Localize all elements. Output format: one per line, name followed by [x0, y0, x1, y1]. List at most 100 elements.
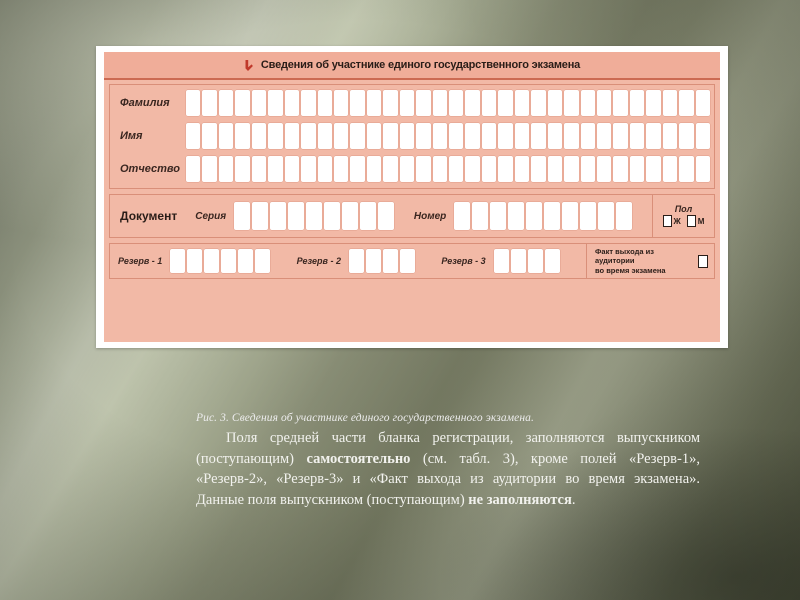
patronymic-cell[interactable]: [646, 156, 661, 182]
patronymic-cell[interactable]: [613, 156, 628, 182]
surname-cell[interactable]: [399, 90, 415, 116]
patronymic-cell[interactable]: [284, 156, 300, 182]
surname-cell[interactable]: [218, 90, 234, 116]
patronymic-cell[interactable]: [399, 156, 415, 182]
surname-cell[interactable]: [416, 90, 431, 116]
patronymic-cell[interactable]: [564, 156, 579, 182]
firstname-cell[interactable]: [449, 123, 464, 149]
reserve-1-cell[interactable]: [170, 249, 186, 273]
checkbox-exit-fact-icon[interactable]: [698, 254, 709, 268]
surname-cell[interactable]: [202, 90, 217, 116]
reserve-3-cell[interactable]: [544, 249, 560, 273]
surname-cell[interactable]: [284, 90, 300, 116]
number-cell[interactable]: [598, 202, 615, 230]
firstname-cell[interactable]: [333, 123, 349, 149]
patronymic-cell[interactable]: [679, 156, 694, 182]
surname-cell[interactable]: [629, 90, 645, 116]
firstname-cell[interactable]: [498, 123, 513, 149]
patronymic-cell[interactable]: [449, 156, 464, 182]
firstname-cell[interactable]: [284, 123, 300, 149]
series-cells[interactable]: [234, 202, 395, 230]
patronymic-cell[interactable]: [383, 156, 398, 182]
patronymic-cell[interactable]: [514, 156, 530, 182]
gender-option-male[interactable]: М: [686, 215, 704, 227]
surname-cell[interactable]: [596, 90, 612, 116]
surname-cell[interactable]: [268, 90, 283, 116]
surname-cell[interactable]: [646, 90, 661, 116]
firstname-cell[interactable]: [596, 123, 612, 149]
firstname-cell[interactable]: [186, 123, 201, 149]
firstname-cell[interactable]: [202, 123, 217, 149]
firstname-cell[interactable]: [629, 123, 645, 149]
reserve-1-cell[interactable]: [221, 249, 237, 273]
surname-cell[interactable]: [514, 90, 530, 116]
firstname-cell[interactable]: [350, 123, 365, 149]
reserve-2-cells[interactable]: [348, 249, 415, 273]
patronymic-cell[interactable]: [695, 156, 710, 182]
reserve-2-cell[interactable]: [365, 249, 381, 273]
patronymic-cells[interactable]: [186, 156, 714, 182]
surname-cell[interactable]: [333, 90, 349, 116]
reserve-2-cell[interactable]: [348, 249, 364, 273]
patronymic-cell[interactable]: [251, 156, 267, 182]
firstname-cell[interactable]: [218, 123, 234, 149]
surname-cell[interactable]: [662, 90, 678, 116]
reserve-1-cells[interactable]: [170, 249, 271, 273]
firstname-cell[interactable]: [514, 123, 530, 149]
surname-cell[interactable]: [564, 90, 579, 116]
patronymic-cell[interactable]: [629, 156, 645, 182]
firstname-cell[interactable]: [679, 123, 694, 149]
series-cell[interactable]: [288, 202, 305, 230]
series-cell[interactable]: [378, 202, 395, 230]
firstname-cell[interactable]: [383, 123, 398, 149]
number-cell[interactable]: [454, 202, 471, 230]
surname-cell[interactable]: [481, 90, 497, 116]
series-cell[interactable]: [342, 202, 359, 230]
patronymic-cell[interactable]: [481, 156, 497, 182]
surname-cell[interactable]: [186, 90, 201, 116]
checkbox-male-icon[interactable]: [686, 215, 696, 227]
series-cell[interactable]: [252, 202, 269, 230]
surname-cell[interactable]: [383, 90, 398, 116]
reserve-1-cell[interactable]: [255, 249, 271, 273]
surname-cell[interactable]: [695, 90, 710, 116]
firstname-cell[interactable]: [613, 123, 628, 149]
firstname-cell[interactable]: [695, 123, 710, 149]
surname-cell[interactable]: [251, 90, 267, 116]
surname-cell[interactable]: [498, 90, 513, 116]
reserve-2-cell[interactable]: [382, 249, 398, 273]
surname-cell[interactable]: [531, 90, 546, 116]
number-cell[interactable]: [472, 202, 489, 230]
number-cell[interactable]: [508, 202, 525, 230]
reserve-3-cell[interactable]: [493, 249, 509, 273]
patronymic-cell[interactable]: [416, 156, 431, 182]
surname-cell[interactable]: [465, 90, 480, 116]
patronymic-cell[interactable]: [218, 156, 234, 182]
number-cell[interactable]: [526, 202, 543, 230]
series-cell[interactable]: [234, 202, 251, 230]
patronymic-cell[interactable]: [268, 156, 283, 182]
reserve-3-cell[interactable]: [527, 249, 543, 273]
reserve-3-cell[interactable]: [510, 249, 526, 273]
patronymic-cell[interactable]: [366, 156, 382, 182]
series-cell[interactable]: [270, 202, 287, 230]
number-cell[interactable]: [544, 202, 561, 230]
firstname-cell[interactable]: [432, 123, 447, 149]
firstname-cells[interactable]: [186, 123, 714, 149]
firstname-cell[interactable]: [251, 123, 267, 149]
surname-cell[interactable]: [317, 90, 332, 116]
patronymic-cell[interactable]: [580, 156, 595, 182]
firstname-cell[interactable]: [580, 123, 595, 149]
patronymic-cell[interactable]: [301, 156, 316, 182]
series-cell[interactable]: [360, 202, 377, 230]
checkbox-female-icon[interactable]: [662, 215, 672, 227]
surname-cell[interactable]: [613, 90, 628, 116]
firstname-cell[interactable]: [366, 123, 382, 149]
patronymic-cell[interactable]: [333, 156, 349, 182]
firstname-cell[interactable]: [465, 123, 480, 149]
firstname-cell[interactable]: [416, 123, 431, 149]
firstname-cell[interactable]: [531, 123, 546, 149]
surname-cells[interactable]: [186, 90, 714, 116]
surname-cell[interactable]: [301, 90, 316, 116]
patronymic-cell[interactable]: [547, 156, 563, 182]
